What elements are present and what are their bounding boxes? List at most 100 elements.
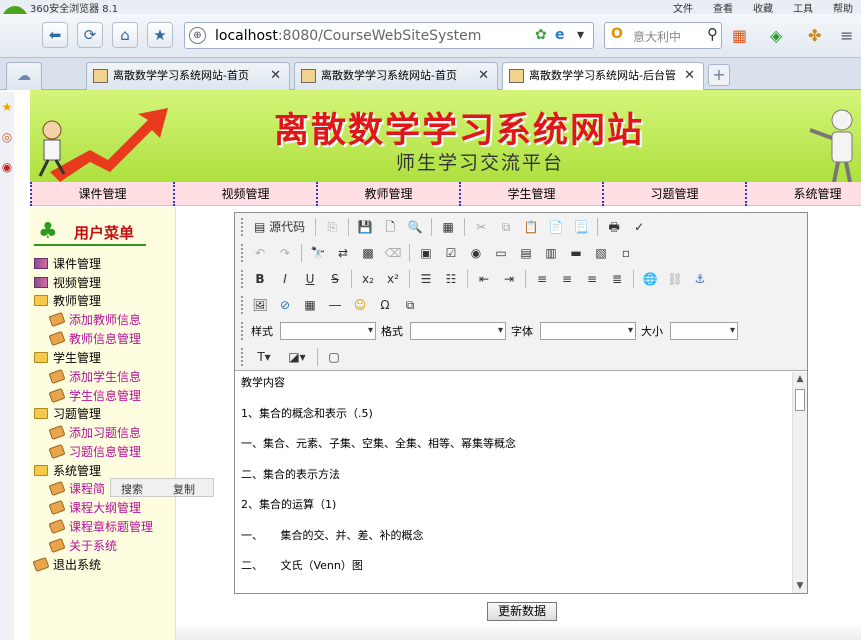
context-search-item[interactable]: 搜索: [121, 481, 143, 497]
textarea-icon[interactable]: ▤: [515, 242, 537, 264]
sidebar-item[interactable]: 关于系统: [48, 537, 117, 556]
superscript-icon[interactable]: x²: [382, 268, 404, 290]
bg-color-icon[interactable]: ◪▾: [282, 346, 312, 368]
close-tab-icon[interactable]: ✕: [478, 63, 489, 89]
sidebar-item[interactable]: 课程大纲管理: [48, 499, 141, 518]
extension-icon[interactable]: ✤: [808, 26, 821, 45]
checkbox-icon[interactable]: ☑: [440, 242, 462, 264]
refresh-button[interactable]: ⟳: [77, 22, 103, 48]
apps-grid-icon[interactable]: ▦: [732, 26, 747, 45]
font-select[interactable]: [540, 322, 636, 340]
undo-icon[interactable]: ↶: [249, 242, 271, 264]
ordered-list-icon[interactable]: ☰: [415, 268, 437, 290]
strike-icon[interactable]: S: [324, 268, 346, 290]
remove-format-icon[interactable]: ⌫: [382, 242, 404, 264]
horizontal-rule-icon[interactable]: ―: [324, 294, 346, 316]
tab-home-2[interactable]: 离散数学学习系统网站-首页 ✕: [294, 62, 498, 90]
paste-word-icon[interactable]: 📃: [570, 216, 592, 238]
indent-icon[interactable]: ⇥: [498, 268, 520, 290]
weibo-side-icon[interactable]: ◎: [0, 130, 14, 152]
hidden-field-icon[interactable]: ▫: [615, 242, 637, 264]
paste-icon[interactable]: 📋: [520, 216, 542, 238]
sidebar-item[interactable]: 习题管理: [34, 405, 101, 424]
new-tab-button[interactable]: +: [708, 64, 730, 86]
menu-help[interactable]: 帮助: [833, 0, 853, 15]
link-icon[interactable]: 🌐: [639, 268, 661, 290]
format-select[interactable]: [410, 322, 506, 340]
nav-courseware[interactable]: 课件管理: [30, 182, 173, 206]
editor-scrollbar[interactable]: ▲ ▼: [792, 372, 807, 593]
shield-guard-icon[interactable]: ◈: [770, 26, 782, 45]
sidebar-item[interactable]: 习题信息管理: [48, 443, 141, 462]
textfield-icon[interactable]: ▭: [490, 242, 512, 264]
size-select[interactable]: [670, 322, 738, 340]
scroll-down-icon[interactable]: ▼: [793, 579, 807, 593]
sidebar-item[interactable]: 添加教师信息: [48, 311, 141, 330]
subscript-icon[interactable]: x₂: [357, 268, 379, 290]
flash-icon[interactable]: ⊘: [274, 294, 296, 316]
sidebar-item[interactable]: 教师管理: [34, 292, 101, 311]
nav-video[interactable]: 视频管理: [173, 182, 316, 206]
sidebar-item[interactable]: 添加习题信息: [48, 424, 141, 443]
favorite-star-button[interactable]: ★: [147, 22, 173, 48]
anchor-icon[interactable]: ⚓: [689, 268, 711, 290]
editor-content[interactable]: 教学内容 1、集合的概念和表示（.5) 一、集合、元素、子集、空集、全集、相等、幂集…: [235, 372, 791, 593]
mail-side-icon[interactable]: ◉: [0, 160, 14, 182]
replace-icon[interactable]: ⇄: [332, 242, 354, 264]
tab-admin[interactable]: 离散数学学习系统网站-后台管 ✕: [502, 62, 704, 90]
align-justify-icon[interactable]: ≣: [606, 268, 628, 290]
sidebar-item[interactable]: 学生信息管理: [48, 387, 141, 406]
spellcheck-icon[interactable]: ✓: [628, 216, 650, 238]
select-field-icon[interactable]: ▥: [540, 242, 562, 264]
cut-icon[interactable]: ✂: [470, 216, 492, 238]
search-engine-icon[interactable]: O: [611, 26, 623, 42]
preview-icon[interactable]: 🔍: [404, 216, 426, 238]
speed-mode-icon[interactable]: ✿: [535, 27, 547, 43]
close-tab-icon[interactable]: ✕: [270, 63, 281, 89]
home-button[interactable]: ⌂: [112, 22, 138, 48]
form-icon[interactable]: ▣: [415, 242, 437, 264]
address-dropdown-icon[interactable]: ▾: [577, 27, 584, 43]
sidebar-item[interactable]: 课程简: [48, 480, 105, 499]
page-break-icon[interactable]: ⧉: [399, 294, 421, 316]
search-icon[interactable]: ⚲: [707, 25, 718, 43]
image-button-icon[interactable]: ▧: [590, 242, 612, 264]
scroll-up-icon[interactable]: ▲: [793, 372, 807, 386]
sidebar-item[interactable]: 系统管理: [34, 462, 101, 481]
button-field-icon[interactable]: ▬: [565, 242, 587, 264]
bullet-list-icon[interactable]: ☷: [440, 268, 462, 290]
address-bar[interactable]: ⊕ localhost:8080/CourseWebSiteSystem ✿ e…: [184, 22, 594, 49]
nav-exercise[interactable]: 习题管理: [602, 182, 745, 206]
underline-icon[interactable]: U: [299, 268, 321, 290]
search-box[interactable]: O 意大利中 ⚲: [604, 22, 722, 49]
italic-icon[interactable]: I: [274, 268, 296, 290]
sidebar-item[interactable]: 课程章标题管理: [48, 518, 153, 537]
unlink-icon[interactable]: ⛓: [664, 268, 686, 290]
copy-doc-icon[interactable]: ⎘: [321, 216, 343, 238]
menu-tools[interactable]: 工具: [793, 0, 813, 15]
table-icon[interactable]: ▦: [299, 294, 321, 316]
copy-icon[interactable]: ⧉: [495, 216, 517, 238]
print-icon[interactable]: 🖶: [603, 216, 625, 238]
text-color-icon[interactable]: T▾: [249, 346, 279, 368]
outdent-icon[interactable]: ⇤: [473, 268, 495, 290]
back-button[interactable]: ⬅: [42, 22, 68, 48]
new-page-icon[interactable]: 🗋: [379, 216, 401, 238]
sidebar-item[interactable]: 学生管理: [34, 349, 101, 368]
ie-mode-icon[interactable]: e: [555, 27, 565, 43]
align-left-icon[interactable]: ≡: [531, 268, 553, 290]
tab-home-1[interactable]: 离散数学学习系统网站-首页 ✕: [86, 62, 290, 90]
menu-view[interactable]: 查看: [713, 0, 733, 15]
paste-text-icon[interactable]: 📄: [545, 216, 567, 238]
cloud-tab-icon[interactable]: ☁: [6, 62, 42, 90]
select-all-icon[interactable]: ▩: [357, 242, 379, 264]
favorites-side-icon[interactable]: ★: [0, 100, 14, 122]
save-icon[interactable]: 💾: [354, 216, 376, 238]
image-icon[interactable]: 🖼: [249, 294, 271, 316]
sidebar-item[interactable]: 课件管理: [34, 255, 101, 274]
align-center-icon[interactable]: ≡: [556, 268, 578, 290]
find-icon[interactable]: 🔭: [307, 242, 329, 264]
align-right-icon[interactable]: ≡: [581, 268, 603, 290]
nav-student[interactable]: 学生管理: [459, 182, 602, 206]
radio-icon[interactable]: ◉: [465, 242, 487, 264]
